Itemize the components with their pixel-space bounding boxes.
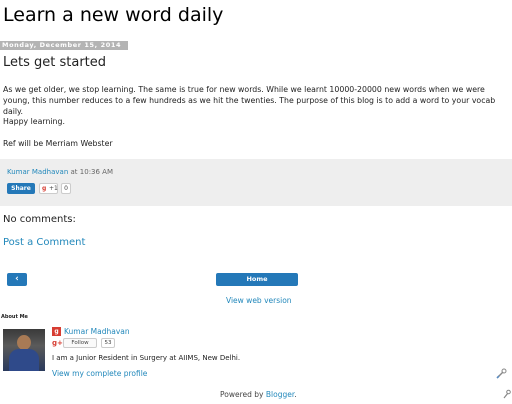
post-footer (0, 159, 512, 206)
comments-heading: No comments: (3, 214, 76, 225)
post-paragraph: Ref will be Merriam Webster (3, 139, 113, 148)
blogger-link[interactable]: Blogger (266, 390, 294, 399)
about-me-heading: About Me (1, 314, 28, 320)
powered-by-prefix: Powered by (220, 390, 264, 399)
powered-by-suffix: . (294, 390, 297, 399)
older-posts-button[interactable]: ‹ (7, 273, 27, 286)
post-comment-link[interactable]: Post a Comment (3, 237, 85, 248)
follower-count: 53 (101, 338, 115, 348)
edit-wrench-icon[interactable] (496, 368, 507, 379)
post-author-line: Kumar Madhavan at 10:36 AM (7, 168, 113, 176)
share-button[interactable]: Share (7, 183, 35, 194)
profile-name-link[interactable]: Kumar Madhavan (64, 327, 130, 336)
avatar-head (17, 335, 31, 350)
about-description: I am a Junior Resident in Surgery at AII… (52, 354, 241, 362)
chevron-left-icon: ‹ (15, 274, 19, 284)
blogger-profile-icon[interactable]: g (52, 327, 61, 336)
post-date-header: Monday, December 15, 2014 (0, 41, 128, 50)
view-web-version-link[interactable]: View web version (226, 296, 292, 305)
blog-title[interactable]: Learn a new word daily (3, 4, 223, 26)
avatar[interactable] (3, 329, 45, 371)
view-profile-link[interactable]: View my complete profile (52, 369, 147, 378)
edit-wrench-icon[interactable] (502, 389, 511, 400)
powered-by: Powered by Blogger. (220, 390, 297, 399)
home-button[interactable]: Home (216, 273, 298, 286)
post-paragraph: As we get older, we stop learning. The s… (3, 85, 496, 116)
google-plus-icon: g+ (52, 339, 63, 347)
google-plus-icon: g (42, 185, 47, 192)
post-author-link[interactable]: Kumar Madhavan (7, 168, 68, 176)
plus-one-count: 0 (61, 183, 71, 194)
google-plus-one-button[interactable]: g +1 (39, 183, 58, 194)
post-author-at: at (70, 168, 78, 176)
post-title: Lets get started (3, 55, 107, 70)
plus-one-label: +1 (49, 185, 58, 192)
follow-button[interactable]: Follow (63, 338, 97, 348)
post-paragraph: Happy learning. (3, 117, 65, 126)
post-timestamp-link[interactable]: 10:36 AM (80, 168, 113, 176)
avatar-body (9, 349, 39, 371)
